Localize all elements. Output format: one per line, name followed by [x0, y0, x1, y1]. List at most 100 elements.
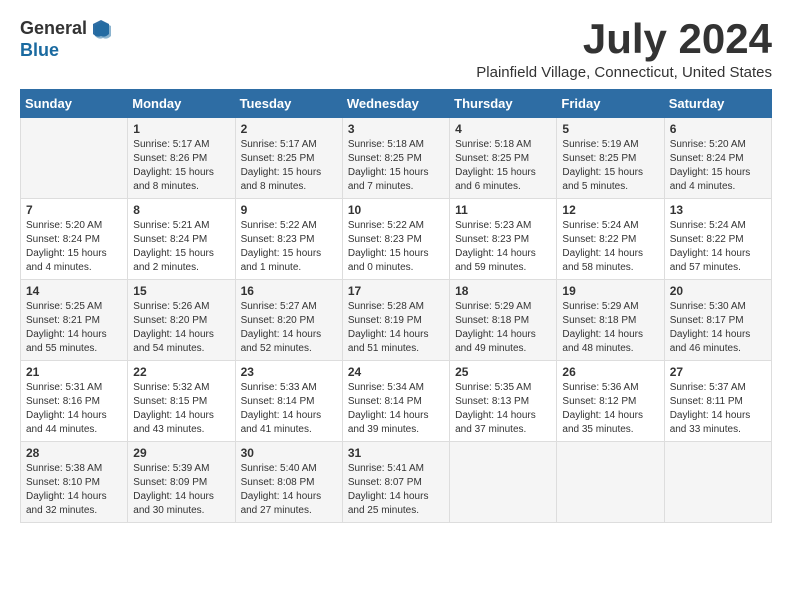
table-row	[557, 442, 664, 523]
table-row: 9 Sunrise: 5:22 AM Sunset: 8:23 PM Dayli…	[235, 199, 342, 280]
day-number: 11	[455, 203, 551, 217]
day-info: Sunrise: 5:27 AM Sunset: 8:20 PM Dayligh…	[241, 300, 337, 356]
day-number: 18	[455, 284, 551, 298]
logo-blue: Blue	[20, 40, 59, 60]
logo: General Blue	[20, 16, 113, 61]
day-info: Sunrise: 5:31 AM Sunset: 8:16 PM Dayligh…	[26, 381, 122, 437]
day-number: 13	[670, 203, 766, 217]
table-row: 26 Sunrise: 5:36 AM Sunset: 8:12 PM Dayl…	[557, 361, 664, 442]
day-info: Sunrise: 5:24 AM Sunset: 8:22 PM Dayligh…	[562, 219, 658, 275]
day-number: 26	[562, 365, 658, 379]
day-info: Sunrise: 5:30 AM Sunset: 8:17 PM Dayligh…	[670, 300, 766, 356]
col-saturday: Saturday	[664, 90, 771, 118]
col-thursday: Thursday	[450, 90, 557, 118]
calendar-table: Sunday Monday Tuesday Wednesday Thursday…	[20, 89, 772, 523]
day-number: 25	[455, 365, 551, 379]
day-number: 10	[348, 203, 444, 217]
day-info: Sunrise: 5:37 AM Sunset: 8:11 PM Dayligh…	[670, 381, 766, 437]
day-info: Sunrise: 5:29 AM Sunset: 8:18 PM Dayligh…	[455, 300, 551, 356]
calendar-week-row: 21 Sunrise: 5:31 AM Sunset: 8:16 PM Dayl…	[21, 361, 772, 442]
col-friday: Friday	[557, 90, 664, 118]
col-sunday: Sunday	[21, 90, 128, 118]
table-row: 13 Sunrise: 5:24 AM Sunset: 8:22 PM Dayl…	[664, 199, 771, 280]
table-row: 4 Sunrise: 5:18 AM Sunset: 8:25 PM Dayli…	[450, 118, 557, 199]
table-row: 28 Sunrise: 5:38 AM Sunset: 8:10 PM Dayl…	[21, 442, 128, 523]
col-tuesday: Tuesday	[235, 90, 342, 118]
table-row: 6 Sunrise: 5:20 AM Sunset: 8:24 PM Dayli…	[664, 118, 771, 199]
day-info: Sunrise: 5:17 AM Sunset: 8:25 PM Dayligh…	[241, 138, 337, 194]
table-row: 17 Sunrise: 5:28 AM Sunset: 8:19 PM Dayl…	[342, 280, 449, 361]
day-number: 21	[26, 365, 122, 379]
day-number: 20	[670, 284, 766, 298]
day-info: Sunrise: 5:25 AM Sunset: 8:21 PM Dayligh…	[26, 300, 122, 356]
day-info: Sunrise: 5:29 AM Sunset: 8:18 PM Dayligh…	[562, 300, 658, 356]
day-info: Sunrise: 5:22 AM Sunset: 8:23 PM Dayligh…	[241, 219, 337, 275]
day-info: Sunrise: 5:17 AM Sunset: 8:26 PM Dayligh…	[133, 138, 229, 194]
day-number: 17	[348, 284, 444, 298]
table-row: 22 Sunrise: 5:32 AM Sunset: 8:15 PM Dayl…	[128, 361, 235, 442]
day-number: 19	[562, 284, 658, 298]
day-number: 14	[26, 284, 122, 298]
logo-general: General	[20, 18, 87, 39]
day-info: Sunrise: 5:20 AM Sunset: 8:24 PM Dayligh…	[670, 138, 766, 194]
table-row: 15 Sunrise: 5:26 AM Sunset: 8:20 PM Dayl…	[128, 280, 235, 361]
day-number: 28	[26, 446, 122, 460]
col-monday: Monday	[128, 90, 235, 118]
day-info: Sunrise: 5:18 AM Sunset: 8:25 PM Dayligh…	[348, 138, 444, 194]
table-row	[450, 442, 557, 523]
day-number: 1	[133, 122, 229, 136]
calendar-week-row: 14 Sunrise: 5:25 AM Sunset: 8:21 PM Dayl…	[21, 280, 772, 361]
table-row: 5 Sunrise: 5:19 AM Sunset: 8:25 PM Dayli…	[557, 118, 664, 199]
table-row: 24 Sunrise: 5:34 AM Sunset: 8:14 PM Dayl…	[342, 361, 449, 442]
table-row: 20 Sunrise: 5:30 AM Sunset: 8:17 PM Dayl…	[664, 280, 771, 361]
day-number: 5	[562, 122, 658, 136]
day-info: Sunrise: 5:23 AM Sunset: 8:23 PM Dayligh…	[455, 219, 551, 275]
table-row: 29 Sunrise: 5:39 AM Sunset: 8:09 PM Dayl…	[128, 442, 235, 523]
day-info: Sunrise: 5:39 AM Sunset: 8:09 PM Dayligh…	[133, 462, 229, 518]
calendar-week-row: 1 Sunrise: 5:17 AM Sunset: 8:26 PM Dayli…	[21, 118, 772, 199]
table-row: 1 Sunrise: 5:17 AM Sunset: 8:26 PM Dayli…	[128, 118, 235, 199]
day-info: Sunrise: 5:28 AM Sunset: 8:19 PM Dayligh…	[348, 300, 444, 356]
day-number: 30	[241, 446, 337, 460]
table-row: 27 Sunrise: 5:37 AM Sunset: 8:11 PM Dayl…	[664, 361, 771, 442]
table-row: 19 Sunrise: 5:29 AM Sunset: 8:18 PM Dayl…	[557, 280, 664, 361]
day-number: 31	[348, 446, 444, 460]
title-block: July 2024 Plainfield Village, Connecticu…	[476, 16, 772, 81]
day-info: Sunrise: 5:34 AM Sunset: 8:14 PM Dayligh…	[348, 381, 444, 437]
day-number: 6	[670, 122, 766, 136]
day-number: 3	[348, 122, 444, 136]
table-row: 14 Sunrise: 5:25 AM Sunset: 8:21 PM Dayl…	[21, 280, 128, 361]
day-info: Sunrise: 5:24 AM Sunset: 8:22 PM Dayligh…	[670, 219, 766, 275]
day-number: 9	[241, 203, 337, 217]
day-info: Sunrise: 5:18 AM Sunset: 8:25 PM Dayligh…	[455, 138, 551, 194]
day-number: 22	[133, 365, 229, 379]
table-row	[21, 118, 128, 199]
calendar-week-row: 7 Sunrise: 5:20 AM Sunset: 8:24 PM Dayli…	[21, 199, 772, 280]
day-info: Sunrise: 5:20 AM Sunset: 8:24 PM Dayligh…	[26, 219, 122, 275]
table-row: 25 Sunrise: 5:35 AM Sunset: 8:13 PM Dayl…	[450, 361, 557, 442]
table-row: 16 Sunrise: 5:27 AM Sunset: 8:20 PM Dayl…	[235, 280, 342, 361]
day-info: Sunrise: 5:35 AM Sunset: 8:13 PM Dayligh…	[455, 381, 551, 437]
calendar-week-row: 28 Sunrise: 5:38 AM Sunset: 8:10 PM Dayl…	[21, 442, 772, 523]
table-row: 23 Sunrise: 5:33 AM Sunset: 8:14 PM Dayl…	[235, 361, 342, 442]
day-number: 23	[241, 365, 337, 379]
day-info: Sunrise: 5:41 AM Sunset: 8:07 PM Dayligh…	[348, 462, 444, 518]
day-number: 16	[241, 284, 337, 298]
day-info: Sunrise: 5:36 AM Sunset: 8:12 PM Dayligh…	[562, 381, 658, 437]
col-wednesday: Wednesday	[342, 90, 449, 118]
page-header: General Blue July 2024 Plainfield Villag…	[20, 16, 772, 81]
day-number: 4	[455, 122, 551, 136]
day-info: Sunrise: 5:33 AM Sunset: 8:14 PM Dayligh…	[241, 381, 337, 437]
day-number: 12	[562, 203, 658, 217]
table-row: 8 Sunrise: 5:21 AM Sunset: 8:24 PM Dayli…	[128, 199, 235, 280]
table-row: 3 Sunrise: 5:18 AM Sunset: 8:25 PM Dayli…	[342, 118, 449, 199]
table-row: 18 Sunrise: 5:29 AM Sunset: 8:18 PM Dayl…	[450, 280, 557, 361]
table-row	[664, 442, 771, 523]
table-row: 12 Sunrise: 5:24 AM Sunset: 8:22 PM Dayl…	[557, 199, 664, 280]
day-number: 29	[133, 446, 229, 460]
table-row: 31 Sunrise: 5:41 AM Sunset: 8:07 PM Dayl…	[342, 442, 449, 523]
day-number: 27	[670, 365, 766, 379]
day-number: 7	[26, 203, 122, 217]
table-row: 30 Sunrise: 5:40 AM Sunset: 8:08 PM Dayl…	[235, 442, 342, 523]
table-row: 7 Sunrise: 5:20 AM Sunset: 8:24 PM Dayli…	[21, 199, 128, 280]
